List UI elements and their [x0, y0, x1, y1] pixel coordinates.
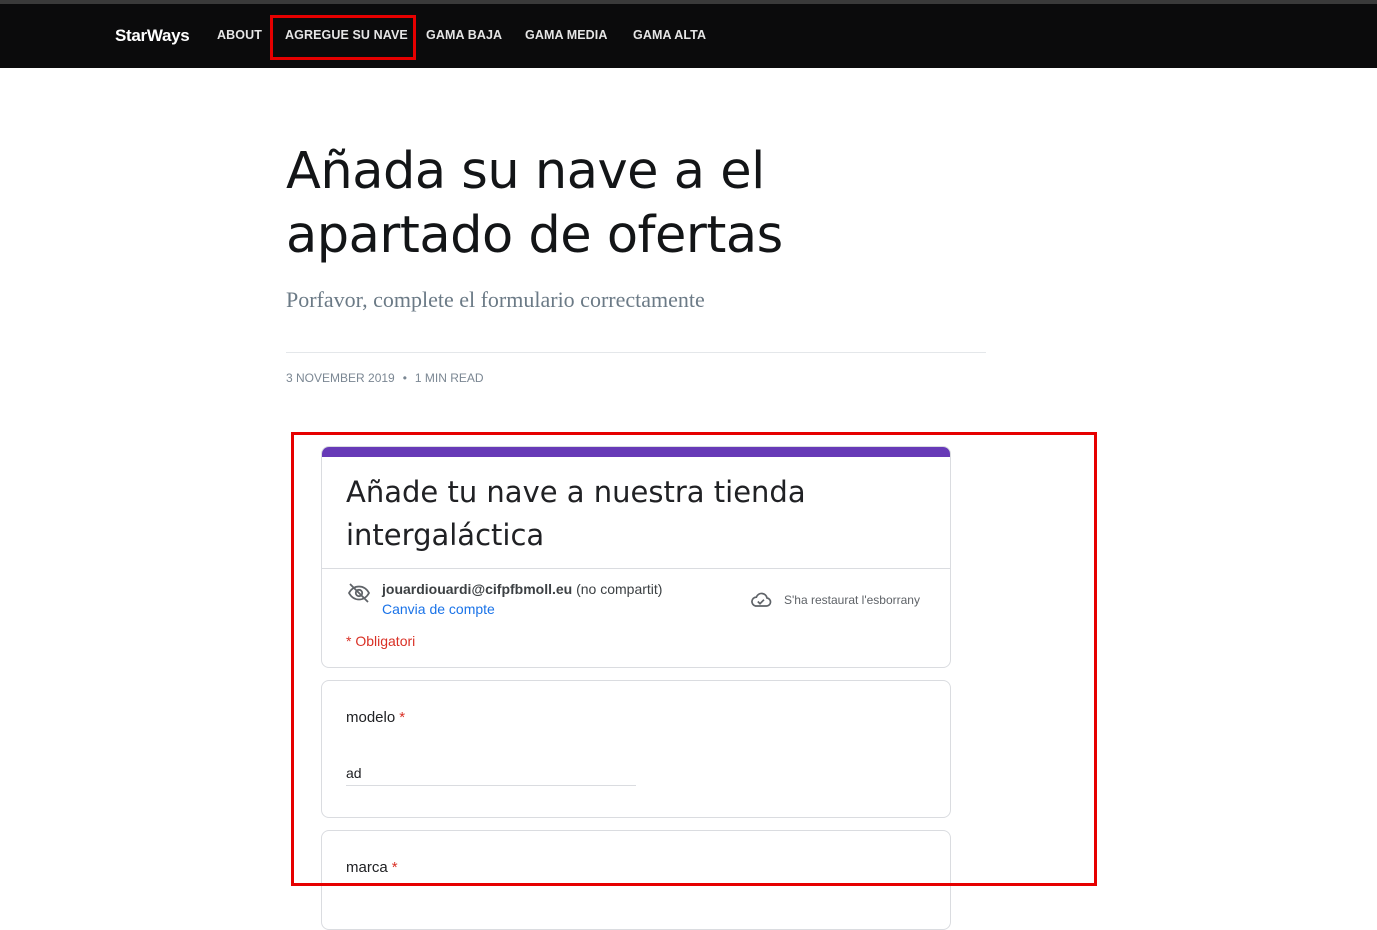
- form-title: Añade tu nave a nuestra tienda intergalá…: [346, 475, 806, 552]
- post-date: 3 NOVEMBER 2019: [286, 371, 395, 385]
- nav-item-gama-alta[interactable]: GAMA ALTA: [633, 28, 706, 42]
- nav-item-gama-baja[interactable]: GAMA BAJA: [426, 28, 502, 42]
- modelo-input[interactable]: [346, 761, 636, 786]
- nav-highlight-box: [270, 15, 416, 60]
- question-label-text: modelo: [346, 709, 396, 726]
- question-label-text: marca: [346, 859, 388, 876]
- cloud-check-icon: [750, 591, 772, 614]
- required-note: * Obligatori: [346, 633, 416, 649]
- form-accent-bar: [322, 447, 950, 457]
- post-read-time: 1 MIN READ: [414, 371, 484, 385]
- eye-off-icon: [347, 581, 371, 610]
- site-navbar: StarWays ABOUT AGREGUE SU NAVE GAMA BAJA…: [0, 4, 1377, 68]
- meta-separator: •: [402, 371, 407, 385]
- question-card-modelo: modelo *: [321, 680, 951, 818]
- question-card-marca: marca *: [321, 830, 951, 930]
- post-divider: [286, 352, 986, 353]
- site-brand-link[interactable]: StarWays: [115, 26, 190, 46]
- required-star: *: [391, 859, 398, 876]
- nav-item-gama-media[interactable]: GAMA MEDIA: [525, 28, 607, 42]
- nav-item-about[interactable]: ABOUT: [217, 28, 262, 42]
- account-visibility: (no compartit): [576, 581, 663, 597]
- post-title: Añada su nave a el apartado de ofertas: [286, 142, 783, 265]
- post-meta: 3 NOVEMBER 2019 • 1 MIN READ: [286, 371, 484, 385]
- post-subtitle: Porfavor, complete el formulario correct…: [286, 287, 705, 312]
- switch-account-link[interactable]: Canvia de compte: [382, 601, 495, 617]
- question-label: modelo *: [346, 709, 405, 726]
- required-star: *: [399, 709, 406, 726]
- account-email-line: jouardiouardi@cifpfbmoll.eu (no comparti…: [382, 581, 662, 597]
- account-email: jouardiouardi@cifpfbmoll.eu: [382, 581, 573, 597]
- draft-status: S'ha restaurat l'esborrany: [784, 593, 920, 607]
- form-header-card: Añade tu nave a nuestra tienda intergalá…: [321, 446, 951, 668]
- question-label: marca *: [346, 859, 398, 876]
- form-header-divider: [322, 568, 950, 569]
